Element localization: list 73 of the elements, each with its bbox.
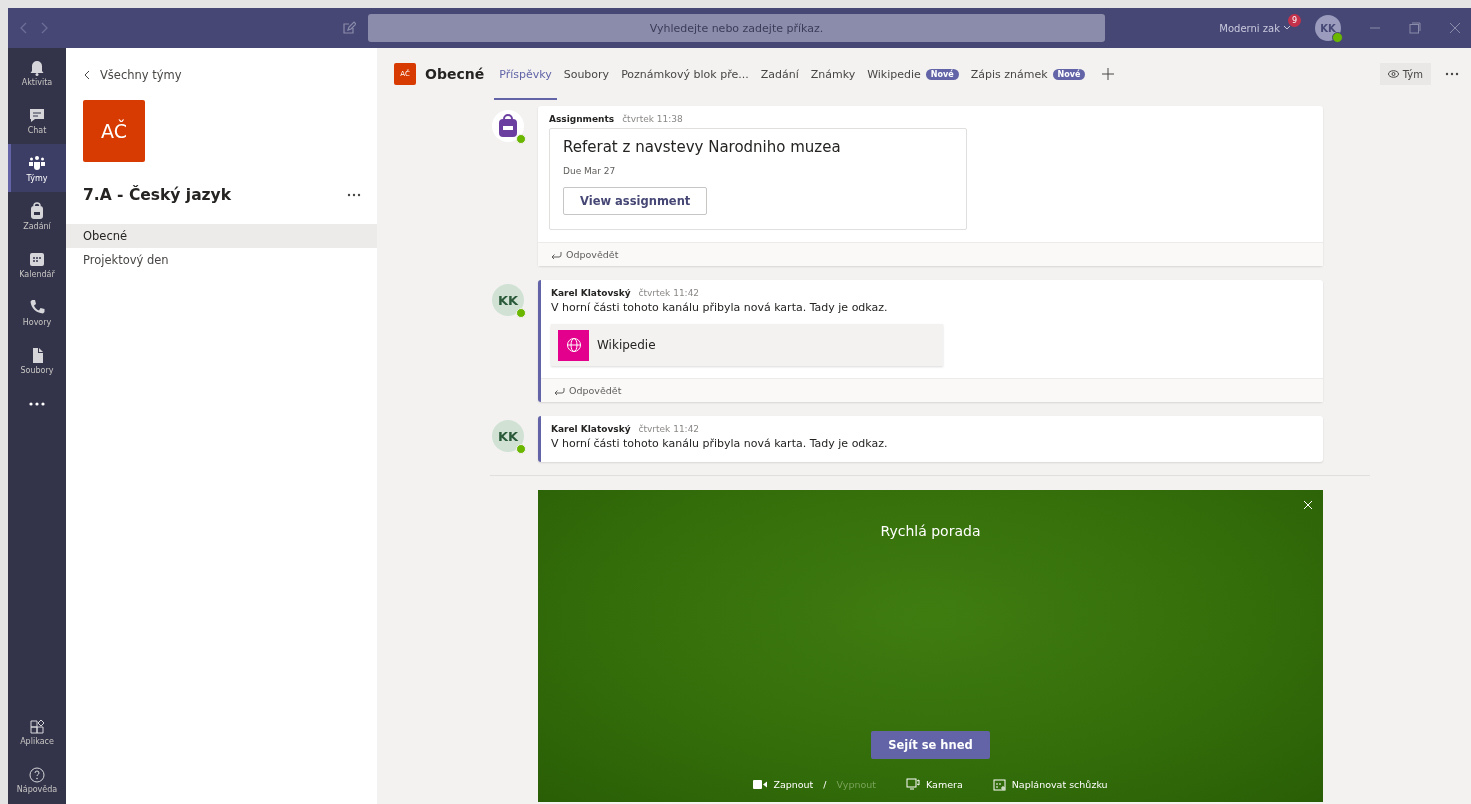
channel-title: Obecné (425, 66, 485, 82)
author-name: Karel Klatovský (551, 424, 631, 434)
rail-item[interactable]: Kalendář (8, 240, 66, 288)
team-avatar: AČ (83, 100, 145, 162)
status-dot (516, 308, 526, 318)
reply-link[interactable]: Odpovědět (551, 249, 619, 260)
calendar-add-icon (992, 778, 1006, 791)
all-teams-link[interactable]: Všechny týmy (84, 68, 182, 82)
meeting-title: Rychlá porada (880, 523, 981, 539)
status-dot (516, 444, 526, 454)
compose-icon (342, 21, 356, 35)
team-name: 7.A - Český jazyk (83, 186, 232, 204)
view-assignment-button[interactable]: View assignment (563, 187, 708, 215)
timestamp: čtvrtek 11:38 (622, 114, 683, 124)
more-icon[interactable] (347, 193, 361, 197)
channel-tab[interactable]: Zápis známek Nové (965, 48, 1091, 100)
timestamp: čtvrtek 11:42 (638, 424, 700, 434)
eye-icon (1387, 70, 1399, 78)
phone-icon (28, 297, 46, 316)
message-text: V horní části tohoto kanálu přibyla nová karta. Tady je odkaz. (551, 437, 889, 450)
reply-icon (551, 250, 562, 259)
more-icon[interactable] (1445, 72, 1459, 76)
teams-icon (28, 153, 46, 172)
due-date: Due Mar 27 (563, 166, 617, 176)
new-badge: Nové (1052, 68, 1086, 80)
rail-item[interactable]: Týmy (8, 144, 66, 192)
tab-link-card[interactable]: Wikipedie (551, 324, 943, 366)
author-name: Karel Klatovský (551, 288, 631, 298)
search-field[interactable]: Vyhledejte nebo zadejte příkaz. (368, 14, 1105, 42)
help-icon (29, 766, 45, 783)
user-avatar: KK (492, 420, 524, 452)
rail-item[interactable]: Soubory (8, 336, 66, 384)
channel-tab[interactable]: Známky (805, 48, 861, 100)
chevron-down-icon[interactable] (1283, 25, 1291, 31)
meet-now-button[interactable]: Sejít se hned (871, 731, 990, 759)
video-camera-icon (753, 780, 768, 789)
channel-tab[interactable]: Poznámkový blok pře... (616, 48, 754, 100)
status-dot (1332, 32, 1343, 43)
status-dot (516, 134, 526, 144)
video-toggle-option[interactable]: Zapnout (773, 779, 814, 790)
channel-tab[interactable]: Soubory (558, 48, 615, 100)
separator-slash: / (823, 779, 827, 790)
camera-screen-icon (906, 778, 920, 791)
rail-item[interactable]: Chat (8, 96, 66, 144)
user-avatar: KK (492, 284, 524, 316)
channel-item[interactable]: Projektový den (66, 248, 377, 272)
rail-item[interactable]: Nápověda (8, 756, 66, 804)
backpack-icon (28, 201, 46, 220)
timestamp: čtvrtek 11:42 (638, 288, 700, 298)
rail-item[interactable]: Zadání (8, 192, 66, 240)
globe-icon (558, 329, 589, 361)
apps-icon (29, 718, 45, 735)
channel-tab[interactable]: Zadání (755, 48, 804, 100)
more-icon[interactable] (28, 401, 46, 407)
reply-icon (554, 386, 565, 395)
channel-item[interactable]: Obecné (66, 224, 377, 248)
add-icon[interactable] (1102, 68, 1115, 80)
schedule-meeting-option[interactable]: Naplánovat schůzku (992, 778, 1108, 791)
camera-option[interactable]: Kamera (906, 778, 963, 791)
channel-tab[interactable]: Wikipedie Nové (862, 48, 964, 100)
new-badge: Nové (925, 68, 959, 80)
team-button[interactable]: Tým (1379, 63, 1431, 85)
author-name: Assignments (549, 114, 615, 124)
rail-item[interactable]: Hovory (8, 288, 66, 336)
notification-badge: 9 (1288, 13, 1301, 27)
rail-item[interactable]: Aplikace (8, 708, 66, 756)
rail-item[interactable]: Aktivita (8, 48, 66, 96)
assignment-title: Referat z navstevy Narodniho muzea (563, 138, 842, 156)
maximize-icon[interactable] (1409, 22, 1421, 34)
reply-link[interactable]: Odpovědět (554, 385, 622, 396)
user-menu[interactable]: Moderni zak (1219, 22, 1291, 34)
channel-tab[interactable]: Příspěvky (494, 48, 557, 100)
message-text: V horní části tohoto kanálu přibyla nová karta. Tady je odkaz. (551, 301, 889, 314)
